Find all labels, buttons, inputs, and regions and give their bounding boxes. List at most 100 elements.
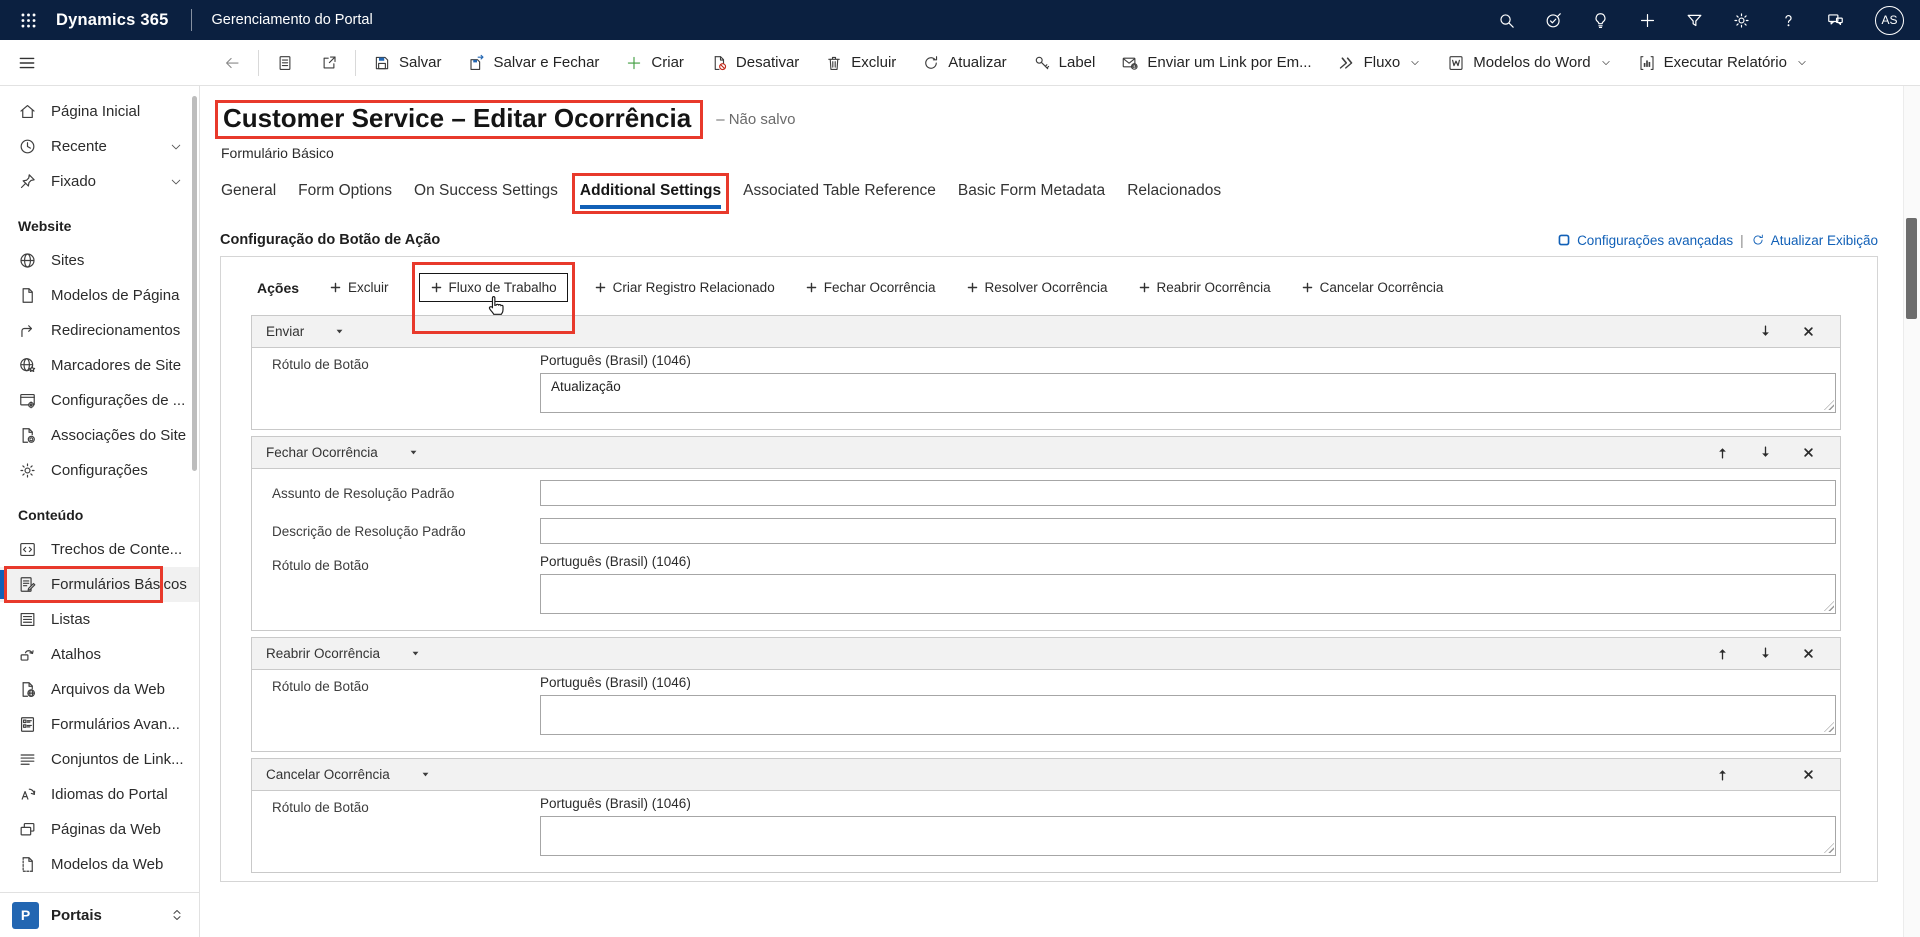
lightbulb-icon[interactable] — [1591, 11, 1610, 30]
add-criar-registro-relacionado-button[interactable]: Criar Registro Relacionado — [594, 280, 775, 295]
advanced-settings-link[interactable]: Configurações avançadas — [1557, 233, 1733, 248]
sidebar-item-recente[interactable]: Recente — [0, 129, 199, 164]
sidebar-item-formularios-avancados[interactable]: Formulários Avan... — [0, 707, 199, 742]
close-icon[interactable] — [1801, 445, 1816, 460]
area-switcher[interactable]: P Portais — [0, 892, 199, 937]
add-resolver-ocorrencia-button[interactable]: Resolver Ocorrência — [966, 280, 1108, 295]
open-in-new-button[interactable] — [307, 40, 351, 85]
brand-title[interactable]: Dynamics 365 — [56, 11, 168, 30]
tab-form-options[interactable]: Form Options — [298, 182, 392, 209]
form-switcher-button[interactable] — [263, 40, 307, 85]
sidebar-item-marcadores-de-site[interactable]: Marcadores de Site — [0, 348, 199, 383]
save-button[interactable]: Salvar — [360, 40, 455, 85]
arrow-down-icon[interactable] — [1758, 646, 1773, 661]
add-excluir-button[interactable]: Excluir — [329, 280, 389, 295]
create-button[interactable]: Criar — [612, 40, 697, 85]
sidebar-item-idiomas-do-portal[interactable]: Idiomas do Portal — [0, 777, 199, 812]
save-and-close-button[interactable]: Salvar e Fechar — [455, 40, 613, 85]
rotulo-de-botao-textarea[interactable] — [540, 574, 1836, 614]
rotulo-de-botao-textarea[interactable] — [540, 695, 1836, 735]
language-label: Português (Brasil) (1046) — [540, 675, 1836, 690]
sidebar-item-atalhos[interactable]: Atalhos — [0, 637, 199, 672]
label-button[interactable]: Label — [1020, 40, 1109, 85]
tab-general[interactable]: General — [221, 182, 276, 209]
chevron-down-icon[interactable] — [169, 140, 183, 154]
sidebar-item-modelos-de-pagina[interactable]: Modelos de Página — [0, 278, 199, 313]
section-header[interactable]: Cancelar Ocorrência — [252, 759, 1840, 791]
arrow-up-icon[interactable] — [1715, 646, 1730, 661]
sidebar-item-arquivos-da-web[interactable]: Arquivos da Web — [0, 672, 199, 707]
sidebar-item-conjuntos-de-links[interactable]: Conjuntos de Link... — [0, 742, 199, 777]
help-icon[interactable] — [1779, 11, 1798, 30]
descricao-resolucao-input[interactable] — [540, 518, 1836, 544]
sidebar-item-formularios-basicos[interactable]: Formulários Básicos — [0, 567, 199, 602]
rotulo-de-botao-textarea[interactable] — [540, 816, 1836, 856]
collapse-triangle-icon[interactable] — [420, 769, 431, 780]
sidebar-item-trechos-de-conteudo[interactable]: Trechos de Conte... — [0, 532, 199, 567]
back-button[interactable] — [210, 40, 254, 85]
refresh-display-link[interactable]: Atualizar Exibição — [1751, 233, 1878, 248]
close-icon[interactable] — [1801, 646, 1816, 661]
main-scrollbar-track[interactable] — [1903, 86, 1920, 937]
tab-on-success-settings[interactable]: On Success Settings — [414, 182, 558, 209]
deactivate-button[interactable]: Desativar — [697, 40, 812, 85]
arrow-down-icon[interactable] — [1758, 324, 1773, 339]
rotulo-de-botao-textarea[interactable]: Atualização — [540, 373, 1836, 413]
flow-button[interactable]: Fluxo — [1325, 40, 1435, 85]
sidebar-item-sites[interactable]: Sites — [0, 243, 199, 278]
unsaved-status: – Não salvo — [716, 111, 795, 128]
plus-icon[interactable] — [1638, 11, 1657, 30]
field-row: Rótulo de Botão Português (Brasil) (1046… — [252, 675, 1840, 735]
sidebar-item-pagina-inicial[interactable]: Página Inicial — [0, 94, 199, 129]
sidebar-item-modelos-da-web[interactable]: Modelos da Web — [0, 847, 199, 882]
plus-icon — [594, 281, 607, 294]
move-down-slot — [1744, 767, 1787, 782]
email-link-button[interactable]: Enviar um Link por Em... — [1108, 40, 1324, 85]
chat-icon[interactable] — [1826, 11, 1845, 30]
sidebar-item-fixado[interactable]: Fixado — [0, 164, 199, 199]
word-templates-button[interactable]: Modelos do Word — [1434, 40, 1624, 85]
chevron-up-down-icon[interactable] — [169, 907, 185, 923]
sidebar-scrollbar[interactable] — [192, 96, 197, 471]
add-fechar-ocorrencia-button[interactable]: Fechar Ocorrência — [805, 280, 936, 295]
chevron-down-icon[interactable] — [169, 175, 183, 189]
sidebar-item-configuracoes-de[interactable]: Configurações de ... — [0, 383, 199, 418]
button-label: Label — [1059, 54, 1096, 71]
sidebar-item-configuracoes[interactable]: Configurações — [0, 453, 199, 488]
run-report-button[interactable]: Executar Relatório — [1625, 40, 1821, 85]
main-scrollbar-thumb[interactable] — [1906, 218, 1917, 319]
add-fluxo-de-trabalho-button[interactable]: Fluxo de Trabalho — [419, 273, 568, 302]
assunto-resolucao-input[interactable] — [540, 480, 1836, 506]
delete-button[interactable]: Excluir — [812, 40, 909, 85]
tab-basic-form-metadata[interactable]: Basic Form Metadata — [958, 182, 1105, 209]
hamburger-icon[interactable] — [15, 51, 39, 75]
tab-additional-settings[interactable]: Additional Settings — [580, 182, 721, 209]
sidebar-section-conteudo: Conteúdo — [0, 488, 199, 532]
arrow-down-icon[interactable] — [1758, 445, 1773, 460]
section-header[interactable]: Reabrir Ocorrência — [252, 638, 1840, 670]
waffle-menu-icon[interactable] — [14, 6, 42, 34]
task-check-icon[interactable] — [1544, 11, 1563, 30]
sidebar-item-paginas-da-web[interactable]: Páginas da Web — [0, 812, 199, 847]
section-header[interactable]: Fechar Ocorrência — [252, 437, 1840, 469]
add-cancelar-ocorrencia-button[interactable]: Cancelar Ocorrência — [1301, 280, 1444, 295]
gear-icon[interactable] — [1732, 11, 1751, 30]
arrow-up-icon[interactable] — [1715, 445, 1730, 460]
tab-relacionados[interactable]: Relacionados — [1127, 182, 1221, 209]
add-reabrir-ocorrencia-button[interactable]: Reabrir Ocorrência — [1138, 280, 1271, 295]
refresh-button[interactable]: Atualizar — [909, 40, 1019, 85]
app-name[interactable]: Gerenciamento do Portal — [211, 12, 372, 28]
sidebar-item-listas[interactable]: Listas — [0, 602, 199, 637]
search-icon[interactable] — [1497, 11, 1516, 30]
sidebar-item-associacoes-do-site[interactable]: Associações do Site — [0, 418, 199, 453]
filter-icon[interactable] — [1685, 11, 1704, 30]
arrow-up-icon[interactable] — [1715, 767, 1730, 782]
collapse-triangle-icon[interactable] — [334, 326, 345, 337]
close-icon[interactable] — [1801, 767, 1816, 782]
avatar[interactable]: AS — [1875, 6, 1904, 35]
close-icon[interactable] — [1801, 324, 1816, 339]
tab-associated-table-reference[interactable]: Associated Table Reference — [743, 182, 936, 209]
collapse-triangle-icon[interactable] — [410, 648, 421, 659]
sidebar-item-redirecionamentos[interactable]: Redirecionamentos — [0, 313, 199, 348]
collapse-triangle-icon[interactable] — [408, 447, 419, 458]
